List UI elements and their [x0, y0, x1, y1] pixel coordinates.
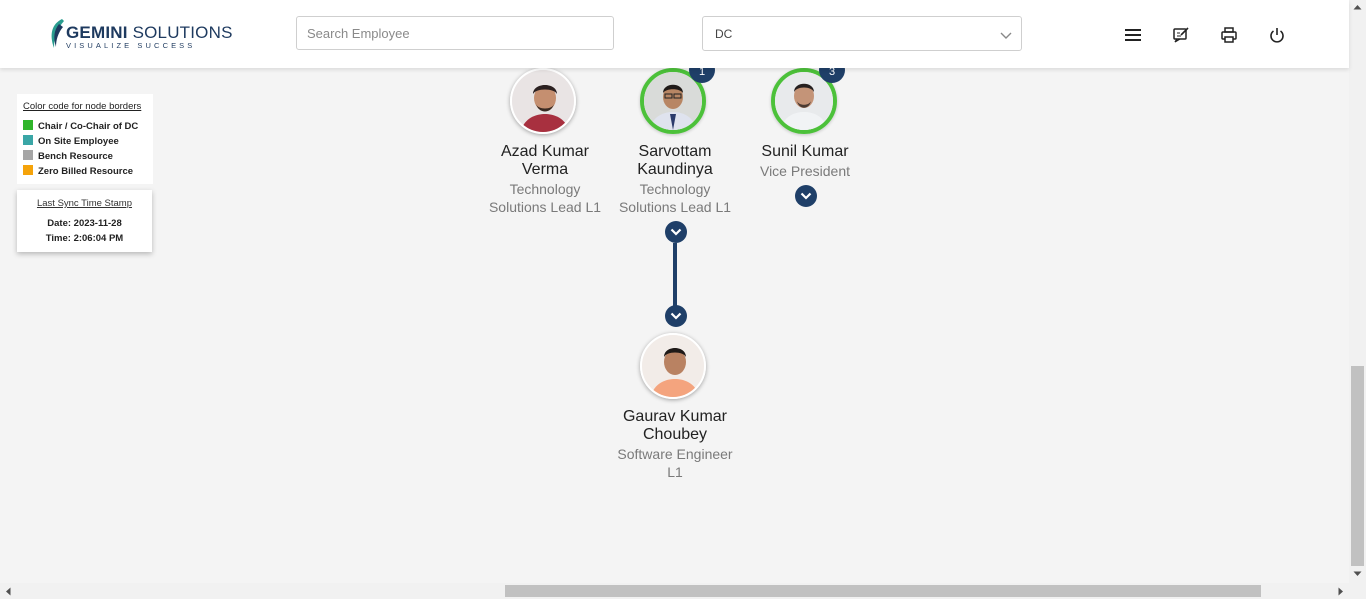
sync-time: Time: 2:06:04 PM [45, 233, 124, 244]
top-header: GEMINI SOLUTIONS VISUALIZE SUCCESS DC [0, 0, 1349, 68]
employee-name[interactable]: Kaundinya [605, 161, 745, 179]
company-logo[interactable]: GEMINI SOLUTIONS VISUALIZE SUCCESS [48, 18, 232, 52]
department-selected-value: DC [715, 27, 733, 41]
employee-photo-icon [644, 72, 702, 130]
employee-name[interactable]: Choubey [605, 426, 745, 444]
menu-button[interactable] [1122, 24, 1144, 46]
employee-name[interactable]: Gaurav Kumar [605, 408, 745, 426]
scroll-left-icon[interactable] [5, 587, 11, 596]
teal-swatch [23, 135, 33, 145]
legend-item-zero-billed: Zero Billed Resource [23, 165, 133, 177]
sync-timestamp-card: Last Sync Time Stamp Date: 2023-11-28 Ti… [17, 190, 152, 252]
avatar[interactable] [640, 333, 706, 399]
employee-role: Technology [639, 181, 711, 197]
legend-item-onsite: On Site Employee [23, 135, 119, 147]
orange-swatch [23, 165, 33, 175]
color-legend: Color code for node borders Chair / Co-C… [17, 94, 153, 184]
expand-button[interactable] [665, 305, 687, 327]
chevron-down-icon [670, 228, 682, 236]
gray-swatch [23, 150, 33, 160]
sync-date: Date: 2023-11-28 [47, 218, 122, 229]
employee-name[interactable]: Sarvottam [605, 143, 745, 161]
scroll-right-icon[interactable] [1338, 587, 1344, 596]
employee-photo-icon [512, 70, 574, 132]
power-icon [1270, 28, 1284, 43]
employee-name[interactable]: Azad Kumar [475, 143, 615, 161]
department-select[interactable]: DC [702, 16, 1022, 51]
green-swatch [23, 120, 33, 130]
scroll-down-icon[interactable] [1353, 571, 1362, 577]
org-connector-line [673, 243, 677, 307]
employee-role: Solutions Lead L1 [618, 199, 732, 215]
print-button[interactable] [1218, 24, 1240, 46]
feedback-button[interactable] [1170, 24, 1192, 46]
leaf-logo-icon [51, 19, 64, 48]
avatar[interactable] [510, 68, 576, 134]
employee-role: Vice President [759, 163, 850, 179]
chevron-down-icon [800, 192, 812, 200]
employee-name[interactable]: Verma [475, 161, 615, 179]
logo-wordmark: GEMINI SOLUTIONS [66, 23, 233, 42]
legend-item-bench: Bench Resource [23, 150, 113, 162]
print-icon [1221, 27, 1237, 43]
employee-role: Solutions Lead L1 [488, 199, 602, 215]
employee-role: Technology [509, 181, 581, 197]
employee-name[interactable]: Sunil Kumar [735, 143, 875, 161]
employee-role: Software Engineer [617, 446, 733, 462]
feedback-icon [1173, 27, 1189, 43]
legend-item-chair: Chair / Co-Chair of DC [23, 120, 138, 132]
menu-icon [1125, 29, 1141, 41]
sync-title: Last Sync Time Stamp [36, 198, 133, 209]
employee-role: L1 [667, 464, 683, 480]
expand-button[interactable] [795, 185, 817, 207]
legend-title: Color code for node borders [23, 101, 142, 112]
vertical-scroll-thumb[interactable] [1351, 366, 1364, 566]
logout-button[interactable] [1266, 24, 1288, 46]
logo-tagline: VISUALIZE SUCCESS [66, 41, 196, 50]
horizontal-scroll-thumb[interactable] [505, 585, 1261, 597]
collapse-button[interactable] [665, 221, 687, 243]
search-employee-input[interactable] [296, 16, 614, 50]
employee-photo-icon [642, 335, 704, 397]
chevron-down-icon [670, 312, 682, 320]
scroll-up-icon[interactable] [1353, 4, 1362, 10]
chevron-down-icon [1000, 32, 1012, 39]
